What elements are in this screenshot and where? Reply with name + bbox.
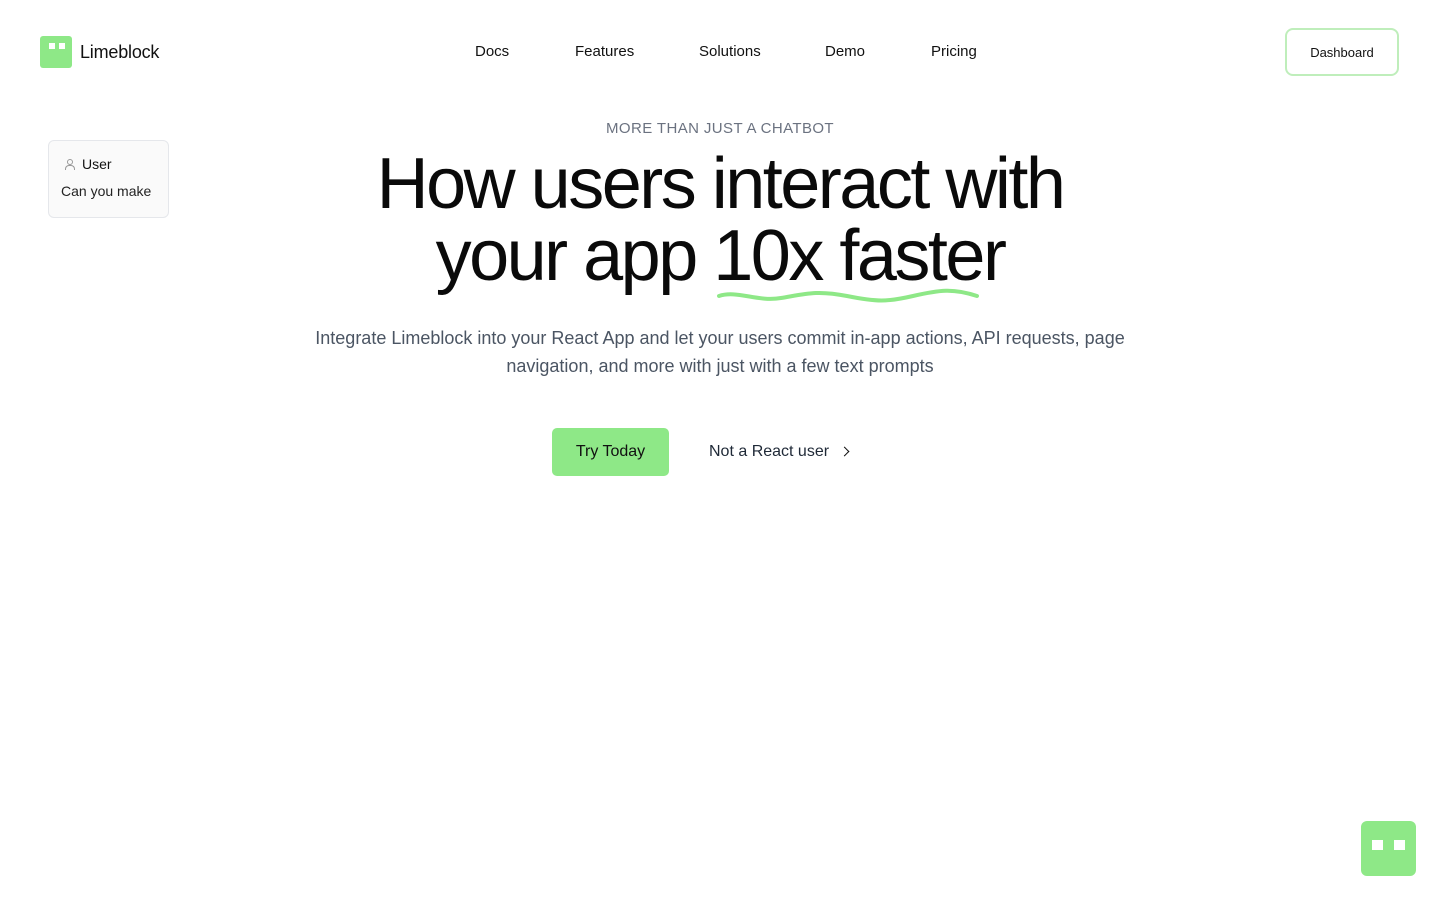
hero-headline: How users interact with your app 10x fas… xyxy=(0,144,1440,303)
headline-highlight-text: 10x faster xyxy=(713,216,1007,296)
nav-item-demo[interactable]: Demo xyxy=(825,40,931,64)
hero-cta-row: Try Today Not a React user xyxy=(552,428,851,476)
brand-home-link[interactable]: Limeblock xyxy=(40,36,159,68)
hero-subtext: Integrate Limeblock into your React App … xyxy=(315,328,1125,376)
not-react-user-label: Not a React user xyxy=(709,443,830,460)
headline-line-2: your app 10x faster xyxy=(0,220,1440,303)
assistant-bot-icon xyxy=(1372,840,1383,850)
squiggle-underline-icon xyxy=(717,288,980,303)
limeblock-logo-icon xyxy=(40,36,72,68)
headline-line-1: How users interact with xyxy=(376,144,1066,224)
headline-line-2-prefix: your app xyxy=(435,216,714,296)
headline-highlight: 10x faster xyxy=(713,220,1007,303)
nav-item-solutions[interactable]: Solutions xyxy=(699,40,825,64)
chevron-right-icon xyxy=(841,447,851,457)
try-today-button[interactable]: Try Today xyxy=(552,428,669,476)
nav-item-features[interactable]: Features xyxy=(575,40,699,64)
nav-item-pricing[interactable]: Pricing xyxy=(931,40,991,64)
hero-eyebrow: MORE THAN JUST A CHATBOT xyxy=(606,120,834,137)
not-react-user-link[interactable]: Not a React user xyxy=(709,443,851,461)
brand-name: Limeblock xyxy=(80,41,160,62)
main-nav: Docs Features Solutions Demo Pricing xyxy=(475,40,991,64)
assistant-launcher-button[interactable] xyxy=(1361,821,1416,876)
dashboard-button[interactable]: Dashboard xyxy=(1285,28,1399,76)
nav-item-docs[interactable]: Docs xyxy=(475,40,575,64)
top-navigation-bar: Limeblock Docs Features Solutions Demo P… xyxy=(0,0,1440,104)
